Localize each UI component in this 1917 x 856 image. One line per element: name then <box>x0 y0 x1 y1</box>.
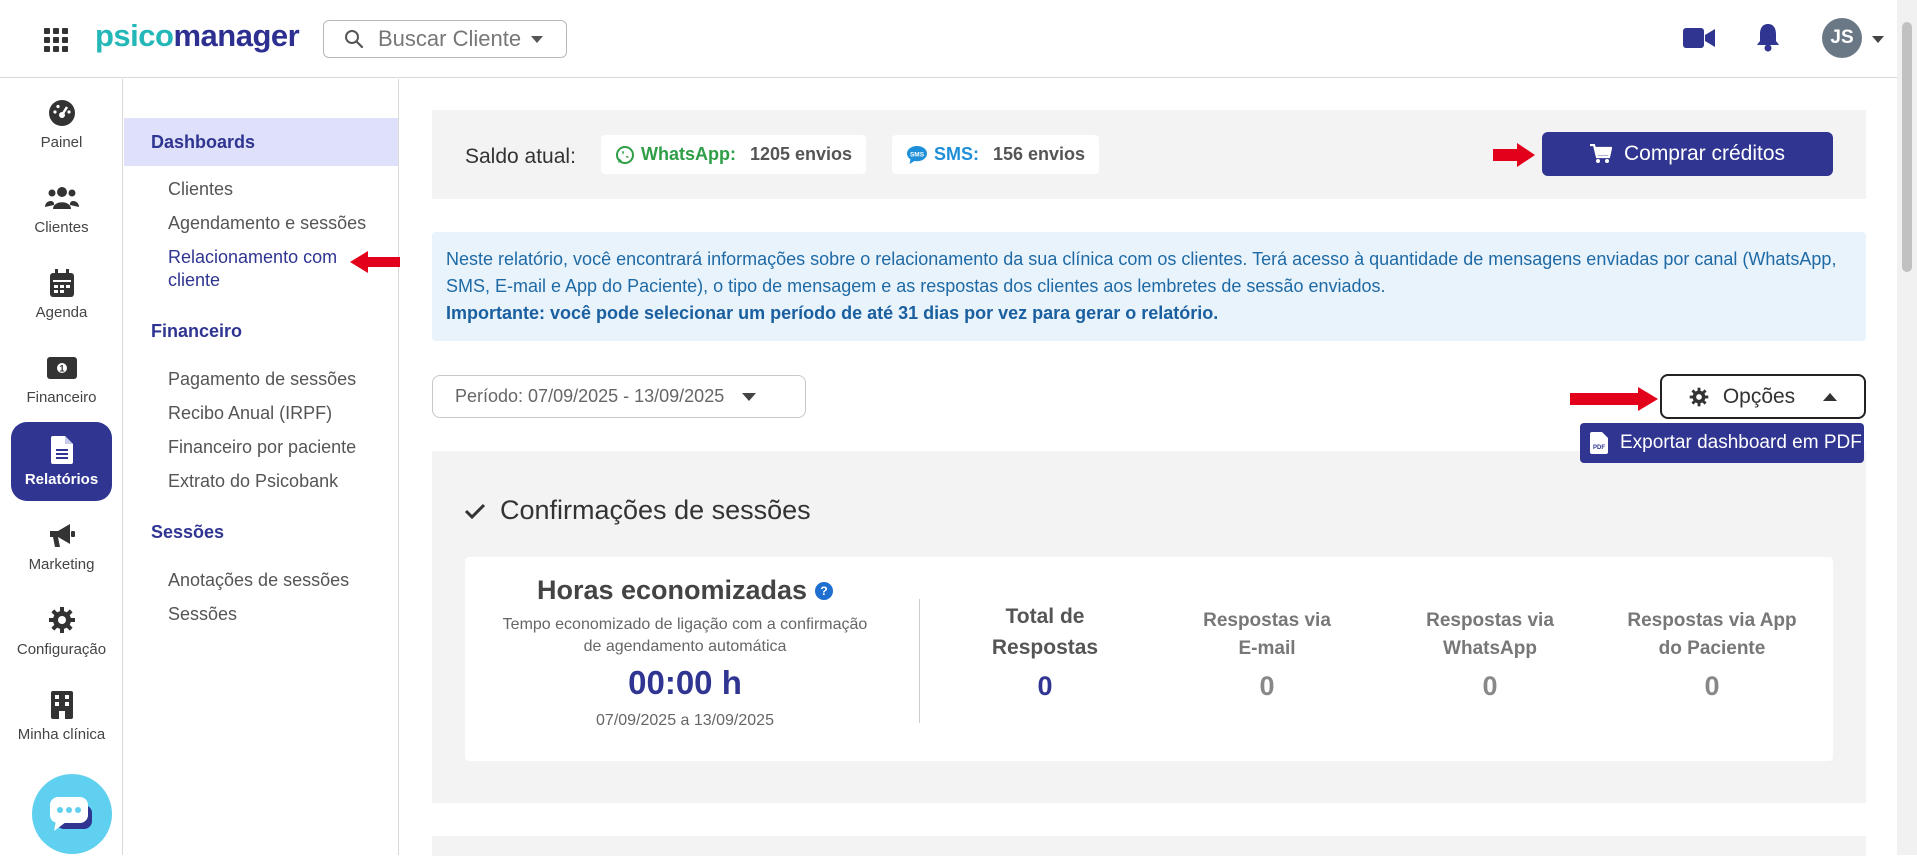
main-content: Saldo atual: WhatsApp: 1205 envios SMS S… <box>400 79 1897 856</box>
nav-agenda[interactable]: Agenda <box>11 255 112 334</box>
submenu-item-anotacoes[interactable]: Anotações de sessões <box>168 569 349 592</box>
chevron-down-icon <box>742 392 757 401</box>
file-icon <box>50 435 73 465</box>
options-button[interactable]: Opções <box>1660 374 1866 419</box>
money-icon: 1 <box>46 353 77 383</box>
logo[interactable]: psicomanager <box>95 18 300 54</box>
svg-text:1: 1 <box>59 364 64 374</box>
export-pdf-menu-item[interactable]: PDF Exportar dashboard em PDF <box>1580 423 1864 463</box>
users-icon <box>44 183 79 213</box>
nav-relatorios[interactable]: Relatórios <box>11 422 112 501</box>
confirmations-panel: Confirmações de sessões Horas economizad… <box>432 451 1866 803</box>
video-camera-icon[interactable] <box>1683 27 1715 54</box>
submenu-item-financeiro-paciente[interactable]: Financeiro por paciente <box>168 436 356 459</box>
main-nav-rail: Painel Clientes Agenda 1 Financeiro Rela… <box>0 79 123 855</box>
divider <box>919 599 920 723</box>
next-panel <box>432 836 1866 856</box>
buy-credits-button[interactable]: Comprar créditos <box>1542 132 1833 176</box>
submenu-item-agendamento[interactable]: Agendamento e sessões <box>168 212 366 235</box>
sms-balance: SMS SMS: 156 envios <box>892 135 1100 174</box>
gear-icon <box>48 605 76 635</box>
confirmations-title: Confirmações de sessões <box>464 495 811 526</box>
avatar[interactable]: JS <box>1822 18 1862 58</box>
stat-total-respostas: Total de Respostas 0 <box>991 605 1099 701</box>
whatsapp-icon <box>616 145 634 164</box>
nav-financeiro[interactable]: 1 Financeiro <box>11 340 112 419</box>
sms-icon: SMS <box>907 145 927 164</box>
submenu-item-extrato[interactable]: Extrato do Psicobank <box>168 470 338 493</box>
period-select[interactable]: Período: 07/09/2025 - 13/09/2025 <box>432 375 806 418</box>
search-placeholder: Buscar Cliente <box>378 26 522 51</box>
hours-range: 07/09/2025 a 13/09/2025 <box>596 712 774 729</box>
calendar-icon <box>49 268 74 298</box>
submenu-item-pagamento[interactable]: Pagamento de sessões <box>168 368 356 391</box>
bell-icon[interactable] <box>1755 22 1781 57</box>
chat-support-button[interactable] <box>32 774 112 854</box>
gauge-icon <box>48 98 76 128</box>
submenu-item-clientes[interactable]: Clientes <box>168 178 233 201</box>
reports-submenu: Dashboards Clientes Agendamento e sessõe… <box>124 79 399 855</box>
nav-painel[interactable]: Painel <box>11 85 112 164</box>
chevron-down-icon[interactable] <box>1872 36 1884 43</box>
confirmations-card: Horas economizadas? Tempo economizado de… <box>465 557 1833 761</box>
submenu-item-relacionamento[interactable]: Relacionamento com <box>168 246 337 269</box>
submenu-section-financeiro[interactable]: Financeiro <box>124 321 398 342</box>
search-client-input[interactable]: Buscar Cliente <box>323 20 567 58</box>
red-arrow-annotation <box>1493 143 1535 167</box>
red-arrow-annotation <box>1570 387 1658 411</box>
saldo-label: Saldo atual: <box>465 145 576 168</box>
chevron-up-icon <box>1823 392 1838 401</box>
hours-saved: Horas economizadas? Tempo economizado de… <box>485 575 885 730</box>
top-bar: psicomanager Buscar Cliente JS <box>0 0 1917 78</box>
svg-text:PDF: PDF <box>1593 445 1605 451</box>
svg-text:SMS: SMS <box>910 151 925 158</box>
nav-clientes[interactable]: Clientes <box>11 170 112 249</box>
apps-grid-icon[interactable] <box>44 28 68 52</box>
info-text: Neste relatório, você encontrará informa… <box>446 249 1837 296</box>
submenu-item-sessoes[interactable]: Sessões <box>168 603 237 626</box>
stat-respostas-email: Respostas via E-mail 0 <box>1203 610 1331 701</box>
whatsapp-balance: WhatsApp: 1205 envios <box>601 135 867 174</box>
hours-value: 00:00 h <box>628 664 742 701</box>
cart-icon <box>1589 144 1612 163</box>
info-important: Importante: você pode selecionar um perí… <box>446 303 1219 323</box>
stat-respostas-whatsapp: Respostas via WhatsApp 0 <box>1426 610 1554 701</box>
chevron-down-icon <box>531 35 544 43</box>
nav-configuracao[interactable]: Configuração <box>11 592 112 671</box>
submenu-section-sessoes[interactable]: Sessões <box>124 522 398 543</box>
info-banner: Neste relatório, você encontrará informa… <box>432 232 1866 341</box>
stat-respostas-app: Respostas via App do Paciente 0 <box>1627 610 1797 701</box>
credits-bar: Saldo atual: WhatsApp: 1205 envios SMS S… <box>432 110 1866 199</box>
gear-icon <box>1689 387 1709 406</box>
submenu-item-relacionamento-cont[interactable]: cliente <box>168 269 220 292</box>
nav-marketing[interactable]: Marketing <box>11 507 112 586</box>
chat-icon <box>50 797 92 831</box>
nav-minha-clinica[interactable]: Minha clínica <box>11 677 112 756</box>
help-icon[interactable]: ? <box>815 581 834 600</box>
check-icon <box>464 503 486 519</box>
building-icon <box>50 690 73 720</box>
submenu-item-recibo[interactable]: Recibo Anual (IRPF) <box>168 402 332 425</box>
megaphone-icon <box>48 520 76 550</box>
submenu-section-dashboards[interactable]: Dashboards <box>124 118 398 166</box>
pdf-file-icon: PDF <box>1590 432 1608 454</box>
search-icon <box>345 30 364 49</box>
page-scrollbar[interactable] <box>1897 0 1917 855</box>
scrollbar-thumb[interactable] <box>1902 22 1912 272</box>
